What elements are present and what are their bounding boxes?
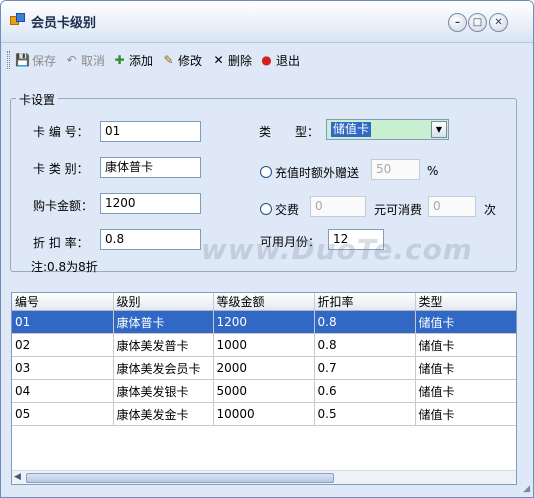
table-cell: 04 bbox=[12, 379, 114, 403]
table-cell: 2000 bbox=[213, 356, 315, 380]
app-icon bbox=[10, 13, 26, 27]
add-label: 添加 bbox=[129, 53, 154, 68]
table-cell: 10000 bbox=[213, 402, 315, 426]
column-header[interactable]: 类型 bbox=[415, 293, 516, 311]
table-cell: 5000 bbox=[213, 379, 315, 403]
table-cell: 康体美发会员卡 bbox=[113, 356, 214, 380]
save-label: 保存 bbox=[32, 53, 57, 68]
horizontal-scrollbar[interactable]: ◀ bbox=[12, 470, 516, 484]
table-cell: 05 bbox=[12, 402, 114, 426]
resize-grip-icon[interactable]: ◢ bbox=[523, 484, 530, 494]
window-title: 会员卡级别 bbox=[31, 16, 97, 31]
table-row[interactable]: 02 康体美发普卡 1000 0.8 储值卡 bbox=[12, 333, 516, 357]
column-header[interactable]: 编号 bbox=[12, 293, 114, 311]
table-cell: 康体普卡 bbox=[113, 310, 214, 334]
table-cell: 0.7 bbox=[314, 356, 416, 380]
close-button[interactable]: ✕ bbox=[489, 13, 508, 32]
exit-button[interactable]: ● 退出 bbox=[259, 50, 300, 70]
card-settings-title: 卡设置 bbox=[16, 91, 59, 108]
bonus-label[interactable]: 充值时额外赠送 bbox=[275, 164, 359, 181]
grid-header: 编号 级别 等级金额 折扣率 类型 bbox=[12, 293, 516, 311]
table-cell: 康体美发普卡 bbox=[113, 333, 214, 357]
table-cell: 0.8 bbox=[314, 333, 416, 357]
fee-label[interactable]: 交费 bbox=[275, 201, 299, 218]
table-cell: 0.8 bbox=[314, 310, 416, 334]
exit-icon: ● bbox=[261, 52, 272, 67]
type-label: 类 型： bbox=[259, 125, 320, 139]
grid-body: 01 康体普卡 1200 0.8 储值卡 02 康体美发普卡 1000 0.8 储值卡 03 康体美发… bbox=[12, 310, 516, 426]
watermark: www.DuoTe.com bbox=[201, 233, 473, 266]
fee-radio[interactable] bbox=[260, 203, 272, 215]
discount-note: 注:0.8为8折 bbox=[31, 260, 98, 274]
table-cell: 储值卡 bbox=[415, 333, 516, 357]
table-cell: 储值卡 bbox=[415, 402, 516, 426]
undo-icon: ↶ bbox=[66, 52, 77, 67]
title-bar[interactable]: 会员卡级别 – □ ✕ bbox=[1, 1, 533, 43]
edit-icon: ✎ bbox=[163, 52, 174, 67]
table-cell: 02 bbox=[12, 333, 114, 357]
table-cell: 储值卡 bbox=[415, 310, 516, 334]
membership-card-level-window: 会员卡级别 – □ ✕ 💾 保存 ↶ 取消 ✚ 添加 ✎ 修改 ✕ 删除 ● 退… bbox=[0, 0, 534, 498]
table-cell: 0.6 bbox=[314, 379, 416, 403]
column-header[interactable]: 折扣率 bbox=[314, 293, 416, 311]
table-cell: 1000 bbox=[213, 333, 315, 357]
type-select-value: 储值卡 bbox=[331, 122, 372, 137]
card-no-input[interactable]: 01 bbox=[100, 121, 201, 142]
type-select[interactable]: 储值卡 ▼ bbox=[326, 119, 449, 140]
fee-input[interactable]: 0 bbox=[310, 196, 366, 217]
delete-label: 删除 bbox=[228, 53, 253, 68]
table-cell: 01 bbox=[12, 310, 114, 334]
table-row[interactable]: 05 康体美发金卡 10000 0.5 储值卡 bbox=[12, 402, 516, 426]
edit-label: 修改 bbox=[178, 53, 203, 68]
add-button[interactable]: ✚ 添加 bbox=[112, 50, 153, 70]
toolbar: 💾 保存 ↶ 取消 ✚ 添加 ✎ 修改 ✕ 删除 ● 退出 bbox=[7, 48, 527, 72]
amount-label: 购卡金额： bbox=[33, 199, 94, 213]
table-cell: 康体美发银卡 bbox=[113, 379, 214, 403]
table-cell: 储值卡 bbox=[415, 356, 516, 380]
save-icon: 💾 bbox=[15, 52, 30, 67]
column-header[interactable]: 级别 bbox=[113, 293, 214, 311]
edit-button[interactable]: ✎ 修改 bbox=[161, 50, 202, 70]
fee-middle-label: 元可消费 bbox=[374, 203, 423, 217]
card-level-grid[interactable]: 编号 级别 等级金额 折扣率 类型 01 康体普卡 1200 0.8 储值卡 02 康体美发普卡 10… bbox=[11, 292, 517, 485]
table-cell: 0.5 bbox=[314, 402, 416, 426]
save-button[interactable]: 💾 保存 bbox=[15, 50, 56, 70]
card-class-label: 卡 类 别： bbox=[33, 162, 89, 176]
table-cell: 储值卡 bbox=[415, 379, 516, 403]
table-row[interactable]: 03 康体美发会员卡 2000 0.7 储值卡 bbox=[12, 356, 516, 380]
card-class-input[interactable]: 康体普卡 bbox=[100, 157, 201, 178]
delete-button[interactable]: ✕ 删除 bbox=[211, 50, 252, 70]
discount-input[interactable]: 0.8 bbox=[100, 229, 201, 250]
scroll-thumb[interactable] bbox=[26, 473, 334, 483]
table-row[interactable]: 01 康体普卡 1200 0.8 储值卡 bbox=[12, 310, 516, 334]
bonus-unit: % bbox=[427, 164, 439, 178]
minimize-button[interactable]: – bbox=[448, 13, 467, 32]
scroll-left-icon[interactable]: ◀ bbox=[14, 472, 21, 482]
bonus-input[interactable]: 50 bbox=[371, 159, 420, 180]
bonus-radio[interactable] bbox=[260, 166, 272, 178]
exit-label: 退出 bbox=[276, 53, 301, 68]
cancel-button[interactable]: ↶ 取消 bbox=[64, 50, 105, 70]
table-cell: 03 bbox=[12, 356, 114, 380]
table-cell: 1200 bbox=[213, 310, 315, 334]
table-row[interactable]: 04 康体美发银卡 5000 0.6 储值卡 bbox=[12, 379, 516, 403]
card-no-label: 卡 编 号： bbox=[33, 125, 89, 139]
chevron-down-icon[interactable]: ▼ bbox=[431, 121, 447, 138]
toolbar-grip[interactable] bbox=[7, 51, 10, 69]
column-header[interactable]: 等级金额 bbox=[213, 293, 315, 311]
add-icon: ✚ bbox=[114, 52, 125, 67]
table-cell: 康体美发金卡 bbox=[113, 402, 214, 426]
delete-icon: ✕ bbox=[213, 52, 224, 67]
times-input[interactable]: 0 bbox=[428, 196, 476, 217]
amount-input[interactable]: 1200 bbox=[100, 193, 201, 214]
times-unit: 次 bbox=[484, 203, 497, 217]
cancel-label: 取消 bbox=[81, 53, 106, 68]
maximize-button[interactable]: □ bbox=[468, 13, 487, 32]
discount-label: 折 扣 率： bbox=[33, 236, 89, 250]
